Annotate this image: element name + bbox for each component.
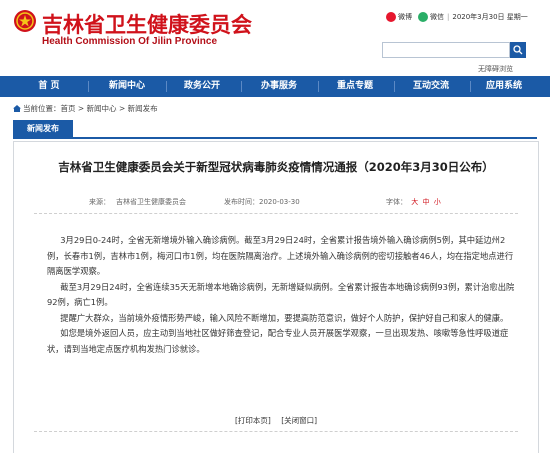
site-subtitle: Health Commission Of Jilin Province [42, 36, 218, 47]
article-paragraph: 截至3月29日24时，全省连续35天无新增本地确诊病例，无新增疑似病例。全省累计… [47, 281, 515, 308]
nav-divider [88, 81, 89, 92]
article-publish-time: 发布时间：2020-03-30 [224, 197, 300, 207]
close-window-link[interactable]: [关闭窗口] [281, 416, 317, 425]
nav-item-government[interactable]: 政务公开 [173, 76, 231, 97]
article-body: 3月29日0-24时，全省无新增境外输入确诊病例。截至3月29日24时，全省累计… [47, 233, 517, 357]
nav-item-topics[interactable]: 重点专题 [326, 76, 384, 97]
search-button[interactable] [510, 42, 526, 58]
nav-divider [166, 81, 167, 92]
article-paragraph: 如您是境外返回人员，应主动到当地社区做好筛查登记，配合专业人员开展医学观察，一旦… [47, 328, 509, 354]
print-page-link[interactable]: [打印本页] [235, 416, 271, 425]
search-input[interactable] [382, 42, 510, 58]
nav-divider [470, 81, 471, 92]
breadcrumb: 当前位置：首页 > 新闻中心 > 新闻发布 [13, 103, 158, 114]
weibo-icon[interactable] [386, 12, 396, 22]
home-icon [13, 105, 21, 112]
nav-item-apps[interactable]: 应用系统 [475, 76, 533, 97]
breadcrumb-news[interactable]: 新闻中心 [87, 104, 117, 113]
nav-divider [394, 81, 395, 92]
current-date: 2020年3月30日 星期一 [452, 13, 528, 21]
breadcrumb-prefix: 当前位置： [23, 104, 61, 113]
barrier-free-link[interactable]: 无障碍浏览 [478, 64, 513, 74]
section-tabbar: 新闻发布 [13, 120, 537, 139]
nav-item-interaction[interactable]: 互动交流 [402, 76, 460, 97]
divider: | [447, 13, 450, 21]
breadcrumb-home[interactable]: 首页 [61, 104, 76, 113]
government-emblem-icon [14, 10, 36, 32]
source-value: 吉林省卫生健康委员会 [116, 198, 186, 206]
nav-divider [318, 81, 319, 92]
header-social-bar: 微博 微信 | 2020年3月30日 星期一 [386, 12, 528, 22]
breadcrumb-separator: > [116, 104, 128, 113]
nav-item-home[interactable]: 首 页 [20, 76, 78, 97]
divider [34, 431, 518, 432]
publish-date: 2020-03-30 [259, 198, 300, 206]
source-label: 来源： [89, 198, 110, 206]
font-small-button[interactable]: 小 [434, 198, 441, 206]
search-icon [513, 45, 523, 55]
site-title[interactable]: 吉林省卫生健康委员会 [42, 9, 252, 39]
article-title: 吉林省卫生健康委员会关于新型冠状病毒肺炎疫情情况通报（2020年3月30日公布） [58, 160, 494, 174]
font-large-button[interactable]: 大 [411, 198, 418, 206]
site-header: 吉林省卫生健康委员会 Health Commission Of Jilin Pr… [0, 0, 550, 76]
article-paragraph: 提醒广大群众，当前境外疫情形势严峻，输入风险不断增加，要提高防范意识，做好个人防… [60, 312, 509, 323]
nav-divider [241, 81, 242, 92]
nav-item-services[interactable]: 办事服务 [250, 76, 308, 97]
breadcrumb-current[interactable]: 新闻发布 [128, 104, 158, 113]
font-medium-button[interactable]: 中 [422, 198, 429, 206]
divider [34, 213, 518, 214]
wechat-link[interactable]: 微信 [430, 12, 444, 22]
breadcrumb-separator: > [75, 104, 87, 113]
font-label: 字体： [386, 198, 407, 206]
nav-item-news[interactable]: 新闻中心 [98, 76, 156, 97]
article-source: 来源： 吉林省卫生健康委员会 [89, 197, 186, 207]
article-footer-links: [打印本页] [关闭窗口] [14, 415, 538, 426]
tab-news-release[interactable]: 新闻发布 [13, 120, 73, 137]
font-size-control: 字体： 大 中 小 [386, 197, 441, 207]
article-paragraph: 3月29日0-24时，全省无新增境外输入确诊病例。截至3月29日24时，全省累计… [47, 235, 514, 276]
wechat-icon[interactable] [418, 12, 428, 22]
article-panel: 吉林省卫生健康委员会关于新型冠状病毒肺炎疫情情况通报（2020年3月30日公布）… [13, 141, 539, 453]
weibo-link[interactable]: 微博 [398, 12, 412, 22]
publish-label: 发布时间： [224, 198, 259, 206]
main-nav: 首 页 新闻中心 政务公开 办事服务 重点专题 互动交流 应用系统 [0, 76, 550, 97]
